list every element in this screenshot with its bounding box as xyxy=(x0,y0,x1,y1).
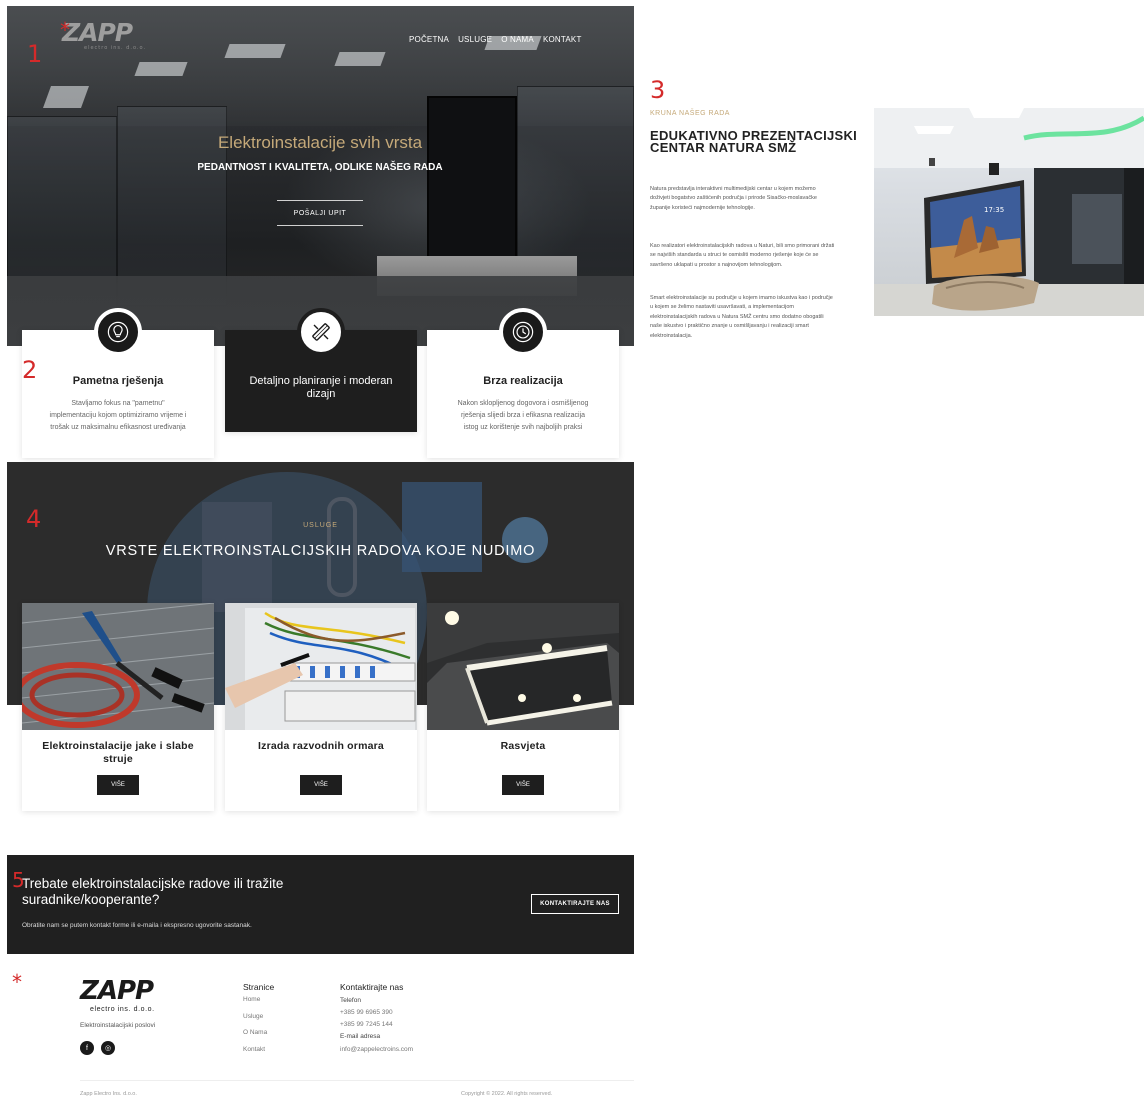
footer-logo-subtitle: electro ins. d.o.o. xyxy=(90,1006,155,1013)
annotation-star: * xyxy=(60,18,70,42)
service-title: Elektroinstalacije jake i slabe struje xyxy=(42,740,194,765)
footer-email-label: E-mail adresa xyxy=(340,1033,381,1040)
clock-icon xyxy=(499,308,547,356)
services-kicker: USLUGE xyxy=(303,522,338,529)
footer-link-usluge[interactable]: Usluge xyxy=(243,1013,263,1020)
footer-phone-label: Telefon xyxy=(340,997,361,1004)
service-title: Rasvjeta xyxy=(500,740,546,752)
footer-contact-heading: Kontaktirajte nas xyxy=(340,982,404,992)
send-inquiry-button[interactable]: POŠALJI UPIT xyxy=(277,200,363,226)
service-card-wiring: Elektroinstalacije jake i slabe struje V… xyxy=(22,603,214,811)
feature-title: Detaljno planiranje i moderan dizajn xyxy=(249,375,393,400)
footer-tagline: Elektroinstalacijski poslovi xyxy=(80,1022,156,1029)
wiring-photo xyxy=(22,603,214,730)
feature-card-planning: Detaljno planiranje i moderan dizajn xyxy=(225,308,417,432)
about-kicker: KRUNA NAŠEG RADA xyxy=(650,110,730,117)
ceiling-light xyxy=(334,52,386,66)
annotation-3: 3 xyxy=(650,76,666,104)
footer-email[interactable]: info@zappelectroins.com xyxy=(340,1046,413,1053)
facebook-icon[interactable]: f xyxy=(80,1041,94,1055)
annotation-star-footer: * xyxy=(12,970,22,994)
cta-description: Obratite nam se putem kontakt forme ili … xyxy=(22,922,252,929)
service-title: Izrada razvodnih ormara xyxy=(258,740,384,752)
annotation-2: 2 xyxy=(22,356,38,384)
contact-us-button[interactable]: KONTAKTIRAJTE NAS xyxy=(531,894,619,914)
footer-phone-1[interactable]: +385 99 6965 390 xyxy=(340,1009,393,1016)
about-paragraph: Natura predstavlja interaktivni multimed… xyxy=(650,186,817,211)
more-button[interactable]: VIŠE xyxy=(300,775,342,795)
footer-link-o-nama[interactable]: O Nama xyxy=(243,1029,267,1036)
feature-title: Brza realizacija xyxy=(483,375,563,387)
feature-title: Pametna rješenja xyxy=(72,375,164,387)
instagram-icon[interactable]: ◎ xyxy=(101,1041,115,1055)
hero-title: Elektroinstalacije svih vrsta xyxy=(217,133,423,152)
about-title: EDUKATIVNO PREZENTACIJSKI CENTAR NATURA … xyxy=(650,128,858,155)
nav-item-usluge[interactable]: USLUGE xyxy=(458,35,492,44)
feature-card-fast: Brza realizacija Nakon sklopljenog dogov… xyxy=(427,308,619,458)
footer-copyright: Copyright © 2022. All rights reserved. xyxy=(461,1091,553,1097)
about-paragraph: Smart elektroinstalacije su područje u k… xyxy=(650,295,833,339)
cabinet-illustration xyxy=(225,603,417,730)
annotation-5: 5 xyxy=(12,868,25,892)
hero-display-screen xyxy=(427,96,517,266)
footer-logo-wordmark: ZAPP xyxy=(80,976,154,1006)
hero-subtitle: PEDANTNOST I KVALITETA, ODLIKE NAŠEG RAD… xyxy=(197,162,443,173)
natura-center-illustration: 17:35 xyxy=(874,108,1144,316)
logo-subtitle: electro ins. d.o.o. xyxy=(84,45,147,51)
display-clock: 17:35 xyxy=(984,206,1004,214)
footer-company: Zapp Electro Ins. d.o.o. xyxy=(80,1091,137,1097)
footer-logo[interactable]: ZAPP electro ins. d.o.o. xyxy=(80,976,155,1013)
service-card-lighting: Rasvjeta VIŠE xyxy=(427,603,619,811)
nav-item-o-nama[interactable]: O NAMA xyxy=(501,35,534,44)
footer-pages-heading: Stranice xyxy=(243,982,275,992)
lightbulb-icon xyxy=(94,308,142,356)
main-nav: POČETNA USLUGE O NAMA KONTAKT xyxy=(409,35,582,44)
nav-item-kontakt[interactable]: KONTAKT xyxy=(543,35,582,44)
wiring-illustration xyxy=(22,603,214,730)
footer-divider xyxy=(80,1080,634,1081)
services-title: VRSTE ELEKTROINSTALCIJSKIH RADOVA KOJE N… xyxy=(105,543,536,559)
footer-phone-2[interactable]: +385 99 7245 144 xyxy=(340,1021,393,1028)
nav-item-pocetna[interactable]: POČETNA xyxy=(409,35,449,44)
lighting-illustration xyxy=(427,603,619,730)
natura-center-photo: 17:35 xyxy=(874,108,1144,316)
annotation-4: 4 xyxy=(26,505,42,533)
ceiling-light xyxy=(42,86,90,108)
footer-link-home[interactable]: Home xyxy=(243,996,260,1003)
cabinet-photo xyxy=(225,603,417,730)
more-button[interactable]: VIŠE xyxy=(502,775,544,795)
footer-link-kontakt[interactable]: Kontakt xyxy=(243,1046,265,1053)
header-logo[interactable]: ZAPP electro ins. d.o.o. xyxy=(62,18,146,51)
ceiling-light xyxy=(134,62,188,76)
cta-title: Trebate elektroinstalacijske radove ili … xyxy=(22,876,284,907)
feature-card-smart: Pametna rješenja Stavljamo fokus na "pam… xyxy=(22,308,214,458)
more-button[interactable]: VIŠE xyxy=(97,775,139,795)
about-paragraph: Kao realizatori elektroinstalacijskih ra… xyxy=(650,243,835,268)
feature-description: Stavljamo fokus na "pametnu" implementac… xyxy=(49,400,187,431)
annotation-1: 1 xyxy=(27,40,43,68)
logo-wordmark: ZAPP xyxy=(62,18,133,47)
feature-description: Nakon sklopljenog dogovora i osmišljenog… xyxy=(457,400,589,431)
ceiling-light xyxy=(224,44,286,58)
hero-section xyxy=(7,6,634,346)
pencil-ruler-icon xyxy=(297,308,345,356)
service-card-cabinets: Izrada razvodnih ormara VIŠE xyxy=(225,603,417,811)
lighting-photo xyxy=(427,603,619,730)
